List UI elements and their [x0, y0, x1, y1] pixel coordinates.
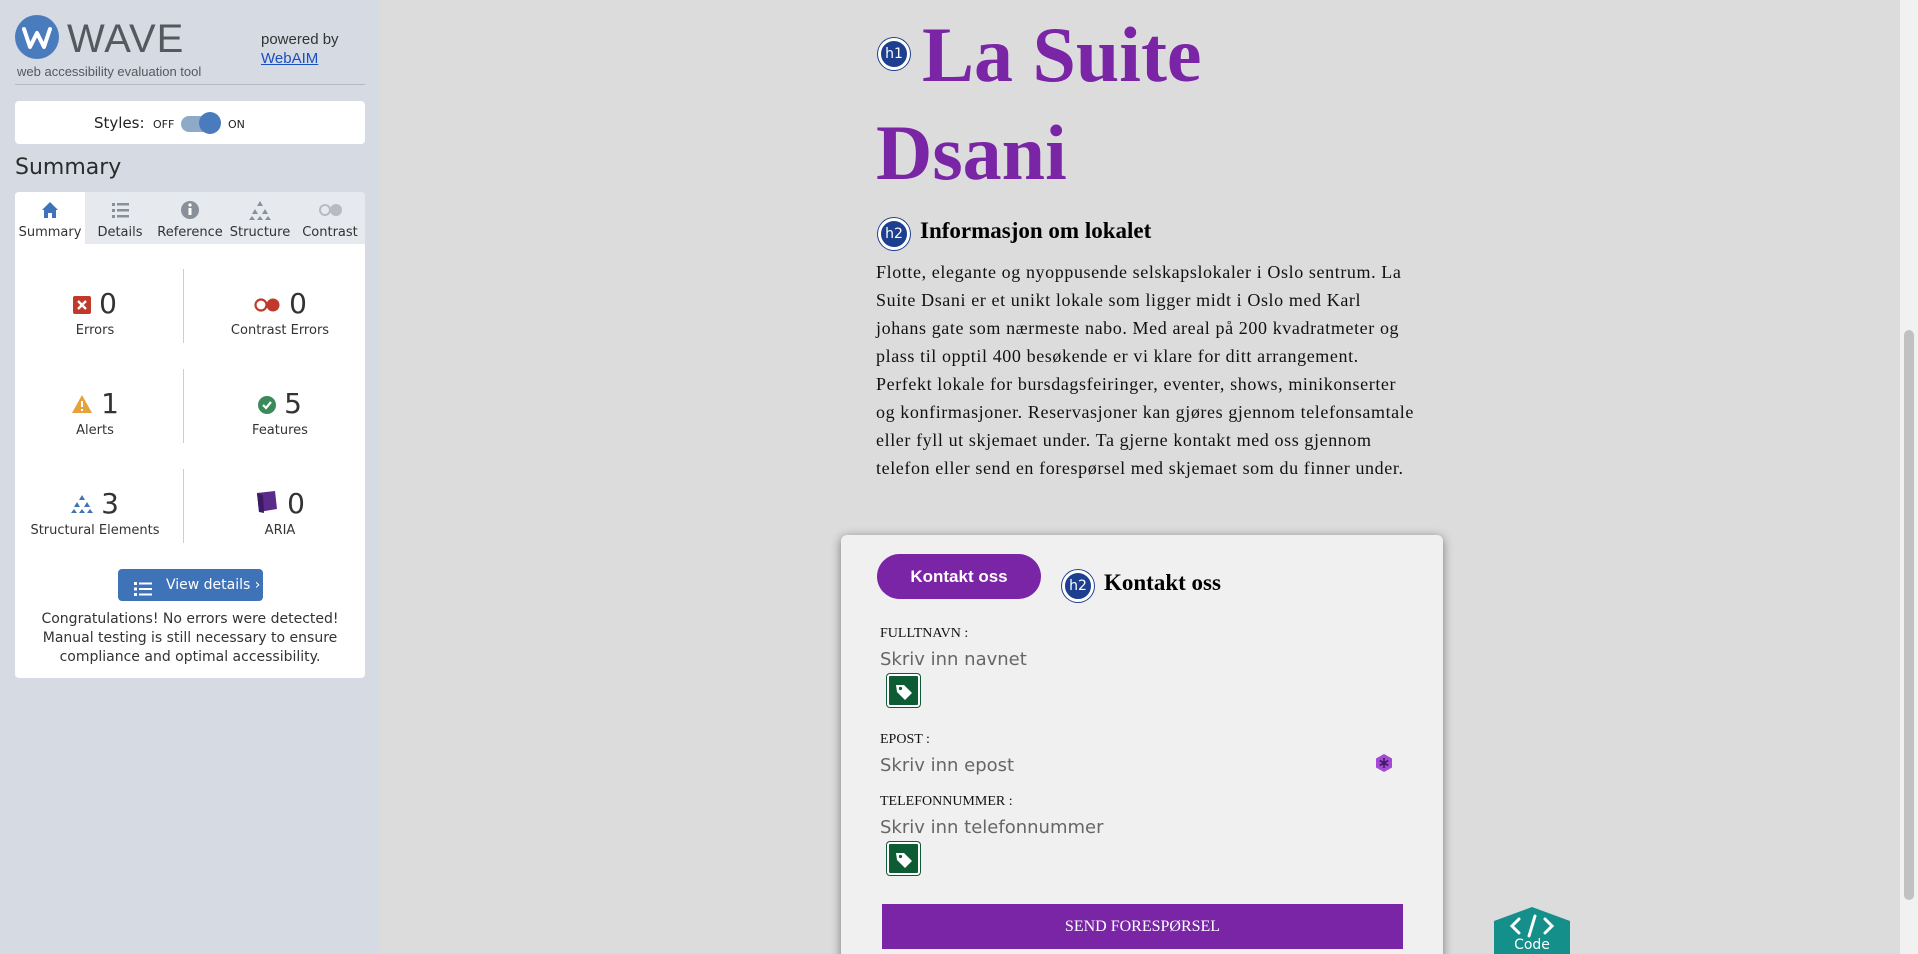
- form-heading: Kontakt oss: [1104, 570, 1221, 595]
- structural-count: 3: [101, 487, 119, 520]
- aria-label: ARIA: [264, 523, 296, 538]
- contrast-errors-count: 0: [289, 287, 307, 320]
- fullname-label: FULLTNAVN :: [880, 626, 969, 641]
- kontakt-oss-button[interactable]: Kontakt oss: [877, 554, 1041, 599]
- label-tag-icon[interactable]: [887, 842, 920, 875]
- contact-form: Kontakt oss h2 Kontakt oss FULLTNAVN : E…: [841, 535, 1443, 954]
- h2-badge-icon[interactable]: h2: [878, 218, 910, 250]
- styles-label: Styles:: [94, 114, 145, 132]
- aria-count: 0: [287, 487, 305, 520]
- congrats-message: Congratulations! No errors were detected…: [41, 611, 339, 665]
- view-details-label: View details ›: [166, 577, 261, 593]
- page-content: h1 La Suite Dsani h2 Informasjon om loka…: [380, 0, 1900, 954]
- wave-tabs: Summary Details Reference Structure Cont…: [15, 192, 365, 244]
- tab-contrast[interactable]: Contrast: [295, 192, 365, 244]
- errors-label: Errors: [75, 323, 115, 338]
- divider: [15, 84, 365, 85]
- tab-reference[interactable]: Reference: [155, 192, 225, 244]
- contrast-errors-label: Contrast Errors: [230, 323, 330, 338]
- tab-label: Structure: [229, 225, 291, 240]
- page-title: La Suite Dsani: [876, 6, 1376, 202]
- styles-toggle-box: Styles: OFF ON: [15, 101, 365, 144]
- h2-badge-icon[interactable]: h2: [1062, 570, 1094, 602]
- hierarchy-icon: [225, 198, 295, 222]
- contrast-icon: [295, 198, 365, 222]
- home-icon: [15, 198, 85, 222]
- features-count: 5: [284, 387, 302, 420]
- label-tag-icon[interactable]: [887, 674, 920, 707]
- webaim-link[interactable]: WebAIM: [261, 49, 339, 68]
- wave-brand: WAVE: [67, 17, 185, 61]
- phone-input[interactable]: [880, 814, 1380, 840]
- feature-check-icon: [258, 388, 277, 422]
- toggle-off-label: OFF: [153, 118, 175, 131]
- intro-paragraph: Flotte, elegante og nyoppusende selskaps…: [876, 262, 1414, 478]
- page-title-text: La Suite Dsani: [876, 11, 1202, 196]
- summary-panel: Summary Details Reference Structure Cont…: [15, 192, 365, 678]
- error-icon: [73, 288, 92, 322]
- send-request-button[interactable]: SEND FORESPØRSEL: [882, 904, 1403, 949]
- powered-by-text: powered by: [261, 31, 339, 48]
- tab-summary[interactable]: Summary: [15, 192, 85, 244]
- tab-label: Summary: [18, 225, 82, 240]
- aria-asterisk-icon[interactable]: [1374, 753, 1394, 773]
- alerts-label: Alerts: [76, 423, 114, 438]
- contrast-error-icon: [253, 288, 281, 322]
- divider: [183, 269, 184, 343]
- phone-label: TELEFONNUMMER :: [880, 794, 1013, 809]
- aria-icon: [255, 488, 279, 522]
- list-icon: [134, 577, 152, 609]
- fullname-input[interactable]: [880, 646, 1380, 672]
- list-icon: [85, 198, 155, 222]
- structure-icon: [71, 488, 94, 522]
- styles-toggle-knob[interactable]: [199, 112, 221, 134]
- errors-count: 0: [99, 287, 117, 320]
- email-input[interactable]: [880, 752, 1380, 778]
- structural-label: Structural Elements: [30, 523, 160, 538]
- tab-label: Details: [97, 225, 143, 240]
- summary-heading: Summary: [15, 155, 122, 180]
- section-heading: Informasjon om lokalet: [920, 218, 1152, 243]
- view-details-button[interactable]: View details ›: [118, 569, 263, 601]
- email-label: EPOST :: [880, 732, 930, 747]
- divider: [183, 369, 184, 443]
- tab-details[interactable]: Details: [85, 192, 155, 244]
- features-label: Features: [252, 423, 308, 438]
- wave-tagline: web accessibility evaluation tool: [17, 64, 202, 79]
- wave-sidebar: WAVE web accessibility evaluation tool p…: [0, 0, 380, 954]
- tab-structure[interactable]: Structure: [225, 192, 295, 244]
- code-toggle-tab[interactable]: Code: [1486, 907, 1578, 954]
- alerts-count: 1: [101, 387, 119, 420]
- code-tab-label: Code: [1514, 937, 1550, 953]
- tab-label: Reference: [157, 225, 223, 240]
- wave-logo-icon: [15, 15, 59, 59]
- divider: [183, 469, 184, 543]
- page-scrollbar[interactable]: [1900, 0, 1918, 954]
- alert-icon: [71, 388, 93, 422]
- tab-label: Contrast: [302, 225, 358, 240]
- toggle-on-label: ON: [228, 118, 245, 131]
- scrollbar-thumb[interactable]: [1904, 330, 1914, 900]
- info-icon: [155, 198, 225, 222]
- powered-by: powered by WebAIM: [261, 30, 339, 68]
